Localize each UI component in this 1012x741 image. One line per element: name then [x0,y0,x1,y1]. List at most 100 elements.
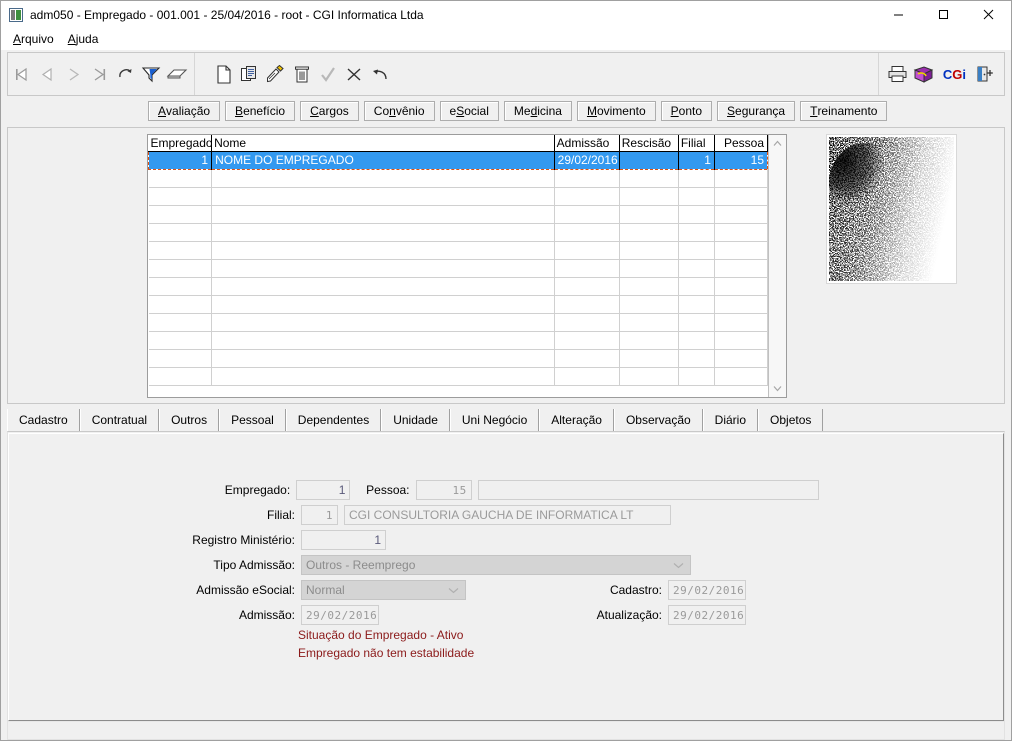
filter-icon[interactable] [138,55,164,93]
table-row[interactable] [148,169,768,188]
scroll-down-icon[interactable] [769,380,786,397]
tab-objetos[interactable]: Objetos [758,409,824,431]
close-button[interactable] [966,1,1011,28]
refresh-icon[interactable] [112,55,138,93]
field-filial-nome[interactable]: CGI CONSULTORIA GAUCHA DE INFORMATICA LT [344,505,671,525]
tab-cadastro[interactable]: Cadastro [7,409,80,431]
module-button-ponto[interactable]: Ponto [660,101,713,121]
module-button-avaliacao[interactable]: Avaliação [148,101,221,121]
help-book-icon[interactable] [911,55,937,93]
table-row[interactable] [148,205,768,224]
print-icon[interactable] [885,55,911,93]
new-record-icon[interactable] [211,55,237,93]
tab-diario[interactable]: Diário [702,409,759,431]
field-pessoa[interactable]: 15 [415,480,472,500]
menu-item-ajuda[interactable]: Ajuda [62,30,107,48]
scroll-up-icon[interactable] [769,135,786,152]
column-header-admissao[interactable]: Admissão [554,135,620,152]
window-controls [876,1,1011,28]
field-pessoa-nome[interactable] [477,480,819,500]
employee-grid-body: Empregado Nome Admissão Rescisão Filial … [148,135,768,397]
archive-icon[interactable] [164,55,190,93]
delete-record-icon[interactable] [289,55,315,93]
tab-outros[interactable]: Outros [159,409,220,431]
field-admissao[interactable]: 29/02/2016 [301,605,379,625]
next-record-icon[interactable] [60,55,86,93]
tab-uni-negocio[interactable]: Uni Negócio [449,409,540,431]
cadastro-tab-panel: Empregado: 1 Pessoa: 15 Filial: 1 CGI CO… [7,431,1005,740]
exit-door-icon[interactable] [972,55,998,93]
cancel-icon[interactable] [341,55,367,93]
previous-record-icon[interactable] [34,55,60,93]
title-bar: adm050 - Empregado - 001.001 - 25/04/201… [1,1,1011,28]
column-header-empregado[interactable]: Empregado [148,135,213,152]
tab-unidade[interactable]: Unidade [381,409,450,431]
dropdown-tipo-admissao-value: Outros - Reemprego [306,558,416,572]
label-empregado: Empregado: [224,483,291,497]
table-header: Empregado Nome Admissão Rescisão Filial … [148,135,768,152]
chevron-down-icon [673,556,684,574]
module-button-treinamento[interactable]: Treinamento [800,101,888,121]
table-row[interactable] [148,295,768,314]
column-header-pessoa[interactable]: Pessoa [714,135,768,152]
column-header-rescisao[interactable]: Rescisão [619,135,679,152]
toolbar: CGi [7,52,1005,96]
table-row[interactable] [148,223,768,242]
employee-table: Empregado Nome Admissão Rescisão Filial … [148,135,768,386]
window-title: adm050 - Empregado - 001.001 - 25/04/201… [30,7,424,22]
tab-pessoal[interactable]: Pessoal [219,409,286,431]
module-button-cargos[interactable]: Cargos [300,101,359,121]
grid-vertical-scrollbar[interactable] [768,135,786,397]
column-header-filial[interactable]: Filial [678,135,715,152]
toolbar-right-group: CGi [877,53,1004,95]
confirm-icon[interactable] [315,55,341,93]
table-row[interactable] [148,277,768,296]
table-row[interactable] [148,367,768,386]
toolbar-nav-group [8,53,190,95]
edit-record-icon[interactable] [263,55,289,93]
table-row[interactable] [148,187,768,206]
employee-grid[interactable]: Empregado Nome Admissão Rescisão Filial … [147,134,787,398]
toolbar-separator [194,53,195,95]
field-atualizacao[interactable]: 29/02/2016 [668,605,746,625]
dropdown-tipo-admissao[interactable]: Outros - Reemprego [301,555,691,575]
table-row[interactable] [148,331,768,350]
field-registro-ministerio[interactable]: 1 [301,530,386,550]
module-button-seguranca[interactable]: Segurança [717,101,796,121]
status-bar [8,721,1004,739]
module-button-esocial[interactable]: e Social [439,101,499,121]
module-button-beneficio[interactable]: Benefício [225,101,296,121]
first-record-icon[interactable] [8,55,34,93]
table-row[interactable]: 1 NOME DO EMPREGADO 29/02/2016 1 15 [148,150,768,170]
table-row[interactable] [148,349,768,368]
employee-photo [826,134,957,284]
form-row-filial: Filial: 1 CGI CONSULTORIA GAUCHA DE INFO… [9,505,819,525]
record-list-panel: Empregado Nome Admissão Rescisão Filial … [7,127,1005,404]
field-cadastro[interactable]: 29/02/2016 [668,580,746,600]
tab-dependentes[interactable]: Dependentes [285,409,382,431]
tab-observacao[interactable]: Observação [613,409,703,431]
menu-item-arquivo[interactable]: Arquivo [7,30,62,48]
tab-bar: Cadastro Contratual Outros Pessoal Depen… [7,409,1005,431]
tab-contratual[interactable]: Contratual [79,409,160,431]
module-button-movimento[interactable]: Movimento [576,101,656,121]
maximize-button[interactable] [921,1,966,28]
field-filial[interactable]: 1 [301,505,338,525]
field-empregado[interactable]: 1 [296,480,351,500]
module-button-medicina[interactable]: Me d icina [503,101,572,121]
minimize-button[interactable] [876,1,921,28]
table-row[interactable] [148,259,768,278]
tab-alteracao[interactable]: Alteração [539,409,614,431]
last-record-icon[interactable] [86,55,112,93]
column-header-nome[interactable]: Nome [211,135,555,152]
app-icon [9,7,23,22]
dropdown-admissao-esocial[interactable]: Normal [301,580,466,600]
copy-record-icon[interactable] [237,55,263,93]
cell-filial: 1 [678,150,715,170]
menu-bar: Arquivo Ajuda [1,28,1011,50]
module-button-convenio[interactable]: Co n vênio [363,101,435,121]
cell-admissao: 29/02/2016 [554,150,620,170]
table-row[interactable] [148,241,768,260]
table-row[interactable] [148,313,768,332]
undo-icon[interactable] [367,55,393,93]
